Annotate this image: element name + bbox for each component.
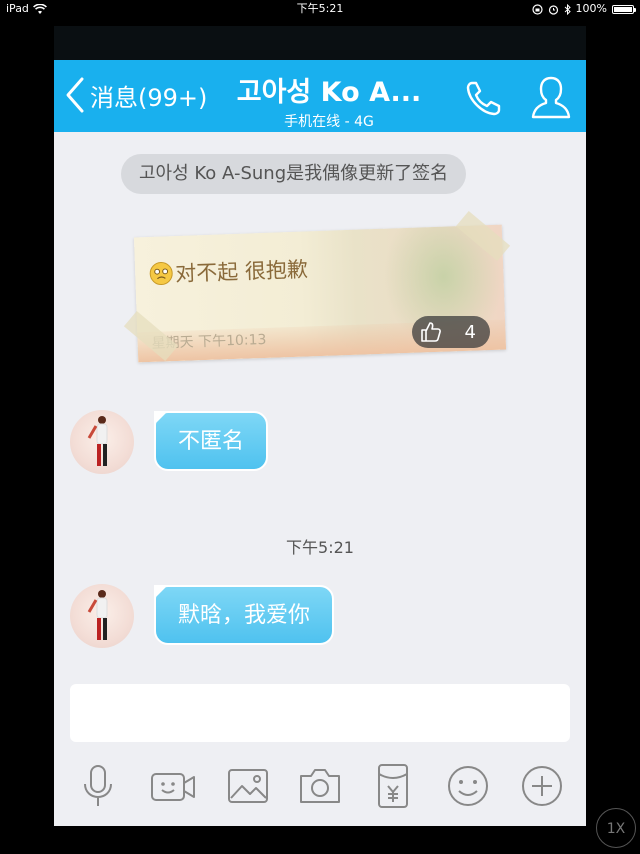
avatar[interactable] (70, 410, 134, 474)
back-chevron-icon (66, 77, 84, 113)
rotation-lock-icon (531, 3, 543, 15)
input-toolbar (54, 756, 586, 816)
ios-status-bar: iPad 下午5:21 100% (0, 0, 640, 18)
avatar[interactable] (70, 584, 134, 648)
battery-icon (612, 4, 636, 14)
phone-icon[interactable] (464, 78, 504, 118)
profile-icon[interactable] (530, 74, 572, 120)
online-status: 手机在线 - 4G (284, 114, 374, 130)
message-input[interactable] (70, 684, 570, 742)
avatar-figure (87, 590, 108, 640)
back-button[interactable]: 消息(99+) (64, 76, 207, 114)
bluetooth-icon (564, 3, 571, 15)
plus-icon[interactable] (518, 762, 566, 810)
camera-icon[interactable] (296, 762, 344, 810)
signature-text: 对不起 很抱歉 (174, 257, 309, 287)
message-bubble[interactable]: 不匿名 (154, 411, 269, 471)
embarrassed-emoji-icon (149, 262, 173, 286)
playback-speed-button[interactable]: 1X (596, 808, 636, 848)
video-icon[interactable] (149, 762, 197, 810)
chat-window: 消息(99+) 고아성 Ko A... 手机在线 - 4G 고아성 Ko A-S… (54, 26, 586, 826)
emoji-icon[interactable] (444, 762, 492, 810)
message-timestamp: 下午5:21 (286, 538, 354, 557)
like-count: 4 (464, 321, 476, 343)
chat-title-block[interactable]: 고아성 Ko A... 手机在线 - 4G (224, 70, 434, 131)
microphone-icon[interactable] (74, 762, 122, 810)
image-icon[interactable] (224, 762, 272, 810)
battery-percent: 100% (575, 2, 607, 15)
back-label: 消息(99+) (90, 83, 208, 112)
red-packet-icon[interactable] (369, 762, 417, 810)
message-bubble[interactable]: 默晗，我爱你 (154, 585, 335, 645)
alarm-icon (548, 4, 558, 15)
like-button[interactable]: 4 (412, 316, 490, 348)
contact-name: 고아성 Ko A... (236, 77, 422, 108)
top-black-bar (54, 26, 586, 60)
signature-text-row: 对不起 很抱歉 (149, 253, 309, 289)
avatar-figure (87, 416, 108, 466)
system-message: 고아성 Ko A-Sung是我偶像更新了签名 (121, 154, 467, 194)
thumbs-up-icon (421, 322, 441, 342)
chat-header: 消息(99+) 고아성 Ko A... 手机在线 - 4G (54, 60, 586, 132)
